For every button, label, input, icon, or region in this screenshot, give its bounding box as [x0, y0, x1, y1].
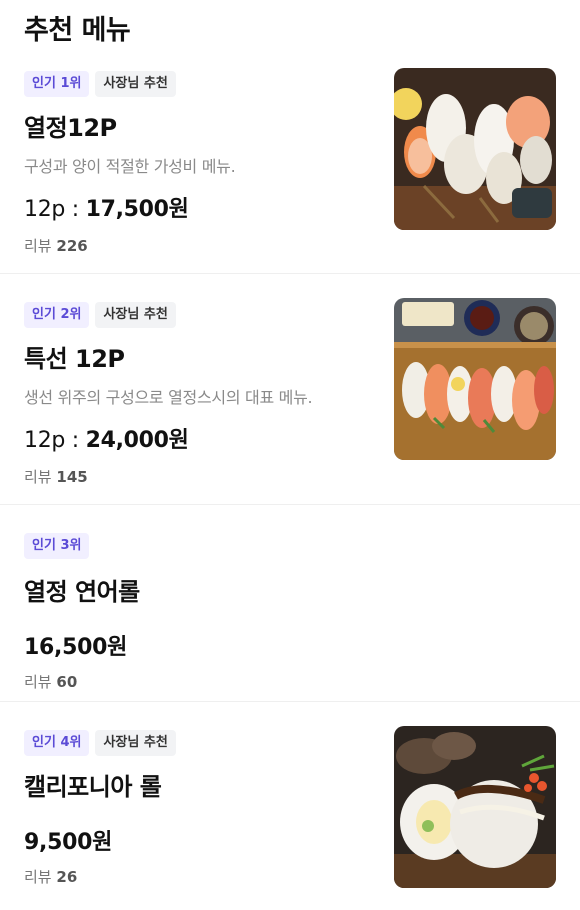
- menu-item-price: 12p : 17,500원: [24, 191, 380, 223]
- review-label: 리뷰: [24, 673, 52, 691]
- badge-row: 인기 4위 사장님 추천: [24, 729, 380, 757]
- menu-item-name: 열정 연어롤: [24, 578, 140, 606]
- menu-item-name: 특선 12P: [24, 345, 125, 373]
- assorted-sushi-board-image[interactable]: [394, 298, 556, 460]
- owner-recommend-badge: 사장님 추천: [95, 302, 176, 328]
- menu-item-description: 생선 위주의 구성으로 열정스시의 대표 메뉴.: [24, 388, 313, 407]
- review-info: 리뷰 26: [24, 866, 380, 887]
- rank-badge: 인기 3위: [24, 533, 90, 559]
- menu-item-info: 인기 1위 사장님 추천 열정12P 구성과 양이 적절한 가성비 메뉴. 12…: [24, 60, 380, 256]
- price-quantity: 12p :: [24, 197, 86, 222]
- review-label: 리뷰: [24, 237, 52, 255]
- menu-item-price: 9,500원: [24, 824, 380, 856]
- menu-item[interactable]: 인기 2위 사장님 추천 특선 12P 생선 위주의 구성으로 열정스시의 대표…: [0, 273, 580, 505]
- review-label: 리뷰: [24, 468, 52, 486]
- review-info: 리뷰 60: [24, 671, 380, 692]
- section-title: 추천 메뉴: [24, 15, 131, 46]
- menu-item-name: 캘리포니아 롤: [24, 773, 162, 801]
- review-info: 리뷰 226: [24, 235, 380, 256]
- price-quantity: 12p :: [24, 428, 86, 453]
- menu-item-description: 구성과 양이 적절한 가성비 메뉴.: [24, 157, 236, 176]
- nigiri-sushi-platter-image[interactable]: [394, 68, 556, 230]
- menu-item-price: 16,500원: [24, 629, 380, 661]
- price-amount: 16,500원: [24, 635, 128, 660]
- price-amount: 9,500원: [24, 830, 113, 855]
- menu-item[interactable]: 인기 3위 열정 연어롤 16,500원 리뷰 60: [0, 504, 580, 702]
- price-amount: 17,500원: [85, 197, 189, 222]
- review-label: 리뷰: [24, 868, 52, 886]
- recommended-menu-page: 추천 메뉴 인기 1위 사장님 추천 열정12P 구성과 양이 적절한 가성비 …: [0, 0, 580, 910]
- review-info: 리뷰 145: [24, 466, 380, 487]
- badge-row: 인기 2위 사장님 추천: [24, 301, 380, 329]
- review-count: 145: [56, 468, 88, 486]
- review-count: 60: [56, 673, 78, 691]
- review-count: 26: [56, 868, 78, 886]
- owner-recommend-badge: 사장님 추천: [95, 730, 176, 756]
- menu-item-info: 인기 4위 사장님 추천 캘리포니아 롤 9,500원 리뷰 26: [24, 701, 380, 887]
- rank-badge: 인기 4위: [24, 730, 90, 756]
- menu-item-price: 12p : 24,000원: [24, 422, 380, 454]
- rank-badge: 인기 2위: [24, 302, 90, 328]
- menu-item[interactable]: 인기 1위 사장님 추천 열정12P 구성과 양이 적절한 가성비 메뉴. 12…: [0, 60, 580, 274]
- rank-badge: 인기 1위: [24, 71, 90, 97]
- badge-row: 인기 3위: [24, 532, 380, 560]
- menu-item[interactable]: 인기 4위 사장님 추천 캘리포니아 롤 9,500원 리뷰 26: [0, 701, 580, 910]
- california-roll-image[interactable]: [394, 726, 556, 888]
- badge-row: 인기 1위 사장님 추천: [24, 70, 380, 98]
- menu-item-info: 인기 2위 사장님 추천 특선 12P 생선 위주의 구성으로 열정스시의 대표…: [24, 273, 380, 487]
- owner-recommend-badge: 사장님 추천: [95, 71, 176, 97]
- review-count: 226: [56, 237, 88, 255]
- menu-item-info: 인기 3위 열정 연어롤 16,500원 리뷰 60: [24, 504, 380, 692]
- menu-item-name: 열정12P: [24, 114, 117, 142]
- price-amount: 24,000원: [85, 428, 189, 453]
